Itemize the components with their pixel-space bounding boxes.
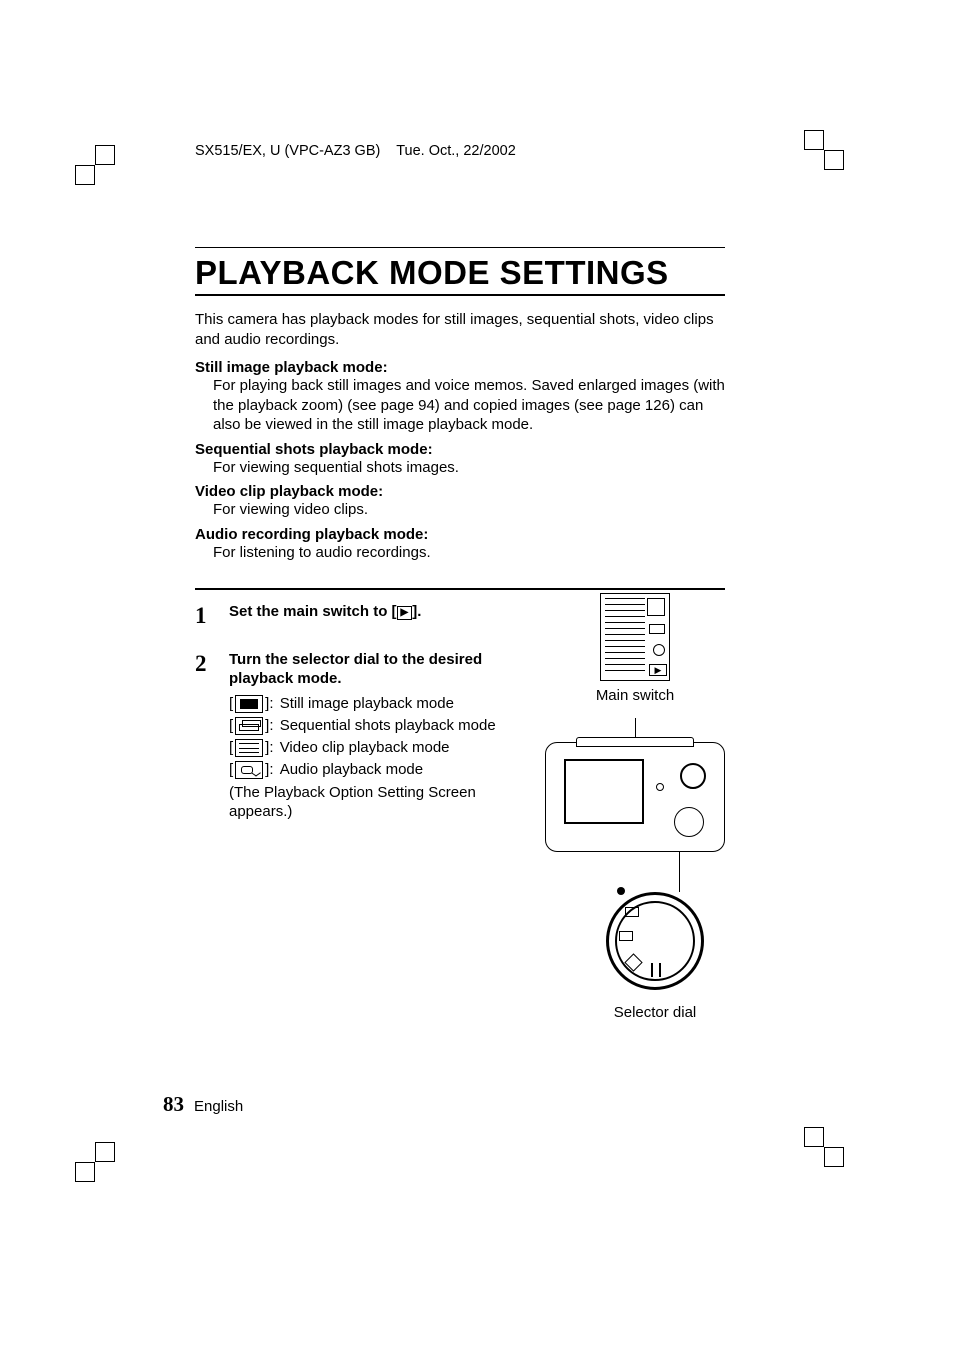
camera-illustration — [545, 742, 725, 852]
sequential-shots-icon — [235, 717, 263, 735]
document-header: SX515/EX, U (VPC-AZ3 GB) Tue. Oct., 22/2… — [195, 143, 516, 159]
section-rule — [195, 588, 725, 590]
step-1-text-pre: Set the main switch to [ — [229, 603, 397, 620]
still-image-icon — [235, 695, 263, 713]
mode-seq-heading: Sequential shots playback mode: — [195, 441, 725, 458]
dial-mode-icon — [619, 931, 633, 941]
selector-dial-label: Selector dial — [555, 1004, 755, 1021]
title-rule-bottom — [195, 294, 725, 296]
camera-top-icon — [576, 737, 694, 747]
step-2-heading: Turn the selector dial to the desired pl… — [229, 650, 529, 689]
list-item: []: Video clip playback mode — [229, 739, 529, 757]
mode-still-heading: Still image playback mode: — [195, 359, 725, 376]
switch-marker-icon — [649, 624, 665, 634]
intro-paragraph: This camera has playback modes for still… — [195, 310, 725, 349]
camera-button-icon — [656, 783, 664, 791]
mode-seq: Sequential shots playback mode: For view… — [195, 441, 725, 478]
list-video-label: Video clip playback mode — [280, 739, 450, 756]
dial-mode-icon — [624, 953, 642, 971]
title-rule-top — [195, 247, 725, 248]
page-number: 83 — [163, 1092, 184, 1117]
playback-mode-icon: ▶ — [397, 606, 413, 620]
doc-id: SX515/EX, U (VPC-AZ3 GB) — [195, 143, 380, 159]
crop-mark-bottom-left — [75, 1142, 115, 1182]
step-2-note: (The Playback Option Setting Screen appe… — [229, 783, 529, 822]
mode-audio-heading: Audio recording playback mode: — [195, 526, 725, 543]
switch-circle-icon — [653, 644, 665, 656]
step-1-number: 1 — [195, 602, 229, 628]
leader-line-icon — [679, 852, 680, 892]
mode-video-desc: For viewing video clips. — [213, 500, 725, 520]
step-2-number: 2 — [195, 650, 229, 822]
audio-recording-icon — [235, 761, 263, 779]
main-switch-label: Main switch — [535, 687, 735, 704]
mode-audio-desc: For listening to audio recordings. — [213, 543, 725, 563]
camera-screen-icon — [564, 759, 644, 824]
mode-video: Video clip playback mode: For viewing vi… — [195, 483, 725, 520]
mode-video-heading: Video clip playback mode: — [195, 483, 725, 500]
camera-dial-icon — [674, 807, 704, 837]
crop-mark-top-right — [804, 130, 844, 170]
page-footer: 83 English — [163, 1092, 243, 1117]
switch-playback-icon: ▶ — [649, 664, 667, 676]
list-item: []: Still image playback mode — [229, 695, 529, 713]
dial-mode-icon — [651, 963, 661, 977]
list-seq-label: Sequential shots playback mode — [280, 717, 496, 734]
crop-mark-top-left — [75, 145, 115, 185]
dial-indicator-icon — [617, 887, 625, 895]
video-clip-icon — [235, 739, 263, 757]
page-title: PLAYBACK MODE SETTINGS — [195, 254, 725, 292]
main-switch-illustration: ▶ — [600, 593, 670, 681]
list-item: []: Audio playback mode — [229, 761, 529, 779]
mode-still-desc: For playing back still images and voice … — [213, 376, 725, 435]
list-still-label: Still image playback mode — [280, 695, 454, 712]
step-1-text-post: ]. — [412, 603, 421, 620]
mode-audio: Audio recording playback mode: For liste… — [195, 526, 725, 563]
mode-still: Still image playback mode: For playing b… — [195, 359, 725, 435]
figure-area: ▶ Main switch Selector dial — [535, 593, 735, 1021]
list-audio-label: Audio playback mode — [280, 761, 423, 778]
dial-mode-icon — [625, 907, 639, 917]
mode-seq-desc: For viewing sequential shots images. — [213, 458, 725, 478]
list-item: []: Sequential shots playback mode — [229, 717, 529, 735]
camera-lens-icon — [680, 763, 706, 789]
page-language: English — [194, 1098, 243, 1115]
doc-date: Tue. Oct., 22/2002 — [396, 143, 516, 159]
crop-mark-bottom-right — [804, 1127, 844, 1167]
mode-icon-list: []: Still image playback mode []: Sequen… — [229, 695, 529, 779]
selector-dial-illustration — [606, 892, 704, 990]
